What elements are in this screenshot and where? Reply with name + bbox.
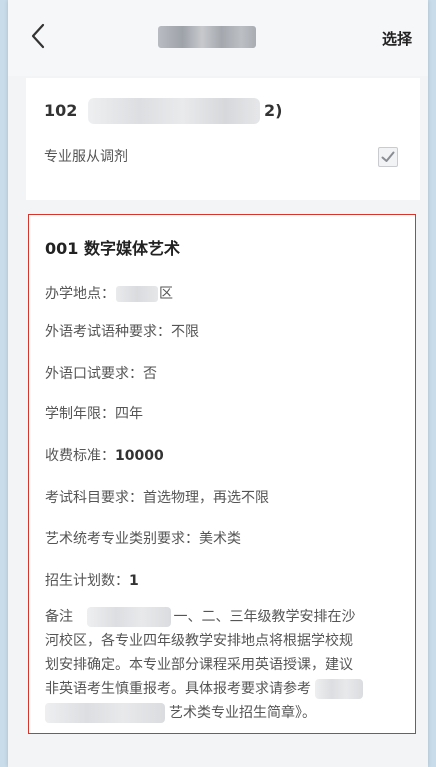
art-requirement: 艺术统考专业类别要求：美术类 <box>45 531 241 547</box>
adjust-checkbox[interactable] <box>378 147 398 167</box>
plan-value: 1 <box>129 573 139 589</box>
adjust-label: 专业服从调剂 <box>44 149 128 165</box>
chevron-left-icon <box>31 23 45 49</box>
notes-redacted <box>87 607 172 627</box>
notes-text: 非英语考生慎重报考。具体报考要求请参考 <box>45 681 311 697</box>
notes-line: 非英语考生慎重报考。具体报考要求请参考 <box>45 677 401 701</box>
location-redacted <box>116 286 158 302</box>
fee-label: 收费标准： <box>45 448 115 464</box>
language-requirement: 外语考试语种要求：不限 <box>45 324 199 340</box>
back-button[interactable] <box>20 18 56 54</box>
subject-requirement: 考试科目要求：首选物理，再选不限 <box>45 490 269 506</box>
notes-redacted <box>45 703 165 723</box>
location-field: 办学地点： 区 <box>45 283 173 303</box>
plan-label: 招生计划数： <box>45 573 129 589</box>
select-button[interactable]: 选择 <box>382 28 412 49</box>
navigation-bar: 选择 <box>8 0 428 76</box>
notes-paragraph: 备注 一、二、三年级教学安排在沙 河校区，各专业四年级教学安排地点将根据学校规 … <box>45 605 401 725</box>
major-detail-card: 001 数字媒体艺术 办学地点： 区 外语考试语种要求：不限 外语口试要求：否 学… <box>28 214 416 734</box>
school-card: 102 2) 专业服从调剂 <box>26 78 420 200</box>
school-name-redacted <box>88 98 260 124</box>
location-suffix: 区 <box>159 286 173 302</box>
notes-label: 备注 <box>45 609 73 625</box>
notes-text: 艺术类专业招生简章》。 <box>169 705 316 721</box>
notes-line: 划安排确定。本专业部分课程采用英语授课，建议 <box>45 657 353 673</box>
location-label: 办学地点： <box>45 286 115 302</box>
major-title: 001 数字媒体艺术 <box>45 239 180 258</box>
plan-field: 招生计划数：1 <box>45 570 139 590</box>
notes-text: 一、二、三年级教学安排在沙 <box>173 609 356 625</box>
checkmark-icon <box>381 151 395 162</box>
study-years: 学制年限：四年 <box>45 406 143 422</box>
notes-redacted <box>315 679 363 699</box>
notes-line: 备注 一、二、三年级教学安排在沙 <box>45 605 401 629</box>
notes-line: 河校区，各专业四年级教学安排地点将根据学校规 <box>45 633 353 649</box>
fee-field: 收费标准：10000 <box>45 445 164 465</box>
phone-screen: 选择 102 2) 专业服从调剂 001 数字媒体艺术 办学地点： 区 外语考试语… <box>8 0 428 767</box>
school-code: 102 <box>44 101 78 120</box>
fee-value: 10000 <box>115 448 164 464</box>
oral-requirement: 外语口试要求：否 <box>45 366 157 382</box>
page-title-redacted <box>158 26 256 48</box>
notes-line: 艺术类专业招生简章》。 <box>45 701 401 725</box>
school-code-suffix: 2) <box>264 101 283 120</box>
